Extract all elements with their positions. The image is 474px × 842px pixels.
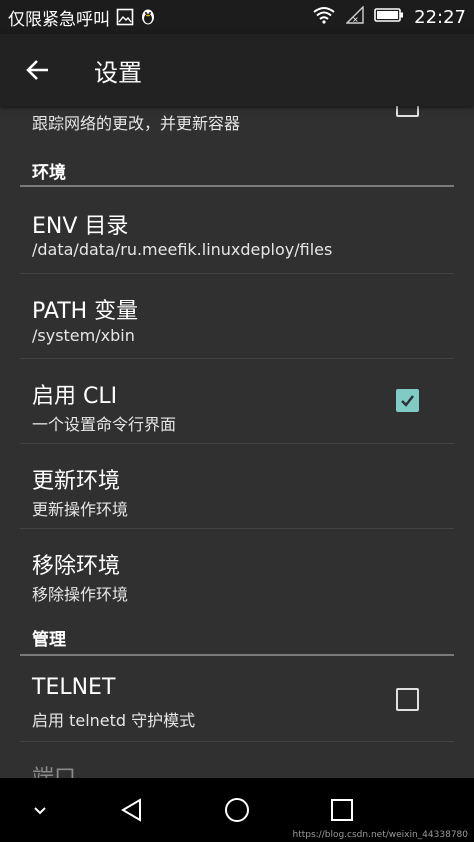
clock: 22:27 bbox=[414, 6, 466, 28]
svg-text:×: × bbox=[352, 15, 359, 24]
page-title: 设置 bbox=[94, 58, 142, 87]
image-icon bbox=[116, 8, 134, 26]
update-env-item[interactable]: 更新环境 更新操作环境 bbox=[0, 444, 474, 528]
nav-recents-button[interactable] bbox=[322, 790, 362, 830]
status-bar: 仅限紧急呼叫 × 22:27 bbox=[0, 0, 474, 34]
remove-env-title: 移除环境 bbox=[32, 554, 121, 579]
path-variable-summary: /system/xbin bbox=[32, 326, 135, 345]
back-triangle-icon bbox=[121, 798, 141, 822]
enable-cli-title: 启用 CLI bbox=[32, 384, 118, 409]
env-directory-title: ENV 目录 bbox=[32, 214, 129, 239]
carrier-text: 仅限紧急呼叫 bbox=[8, 9, 110, 30]
hide-keyboard-icon bbox=[34, 807, 46, 815]
navigation-bar: https://blog.csdn.net/weixin_44338780 bbox=[0, 778, 474, 842]
track-network-item[interactable]: 跟踪网络的更改，并更新容器 bbox=[0, 106, 474, 142]
enable-cli-checkbox[interactable] bbox=[396, 389, 419, 412]
update-env-summary: 更新操作环境 bbox=[32, 500, 129, 519]
watermark: https://blog.csdn.net/weixin_44338780 bbox=[292, 830, 468, 840]
checkmark-icon bbox=[401, 395, 414, 407]
app-bar: 设置 bbox=[0, 34, 474, 106]
telnet-summary: 启用 telnetd 守护模式 bbox=[32, 711, 196, 730]
status-right: × 22:27 bbox=[312, 0, 466, 34]
category-divider bbox=[20, 185, 454, 187]
track-network-checkbox[interactable] bbox=[396, 106, 419, 117]
category-environment: 环境 bbox=[32, 163, 66, 183]
signal-no-sim-icon: × bbox=[345, 4, 364, 29]
qq-penguin-icon bbox=[140, 8, 156, 26]
back-button[interactable] bbox=[14, 46, 62, 94]
port-item[interactable]: 端口 bbox=[0, 742, 474, 778]
env-directory-item[interactable]: ENV 目录 /data/data/ru.meefik.linuxdeploy/… bbox=[0, 188, 474, 273]
nav-back-button[interactable] bbox=[112, 790, 152, 830]
category-management: 管理 bbox=[32, 630, 66, 650]
hide-keyboard-button[interactable] bbox=[20, 790, 60, 830]
recents-square-icon bbox=[331, 799, 353, 821]
track-network-summary: 跟踪网络的更改，并更新容器 bbox=[32, 114, 241, 133]
enable-cli-item[interactable]: 启用 CLI 一个设置命令行界面 bbox=[0, 359, 474, 443]
path-variable-title: PATH 变量 bbox=[32, 299, 139, 324]
home-circle-icon bbox=[225, 798, 249, 822]
port-title: 端口 bbox=[32, 760, 76, 778]
arrow-back-icon bbox=[26, 60, 48, 80]
telnet-title: TELNET bbox=[32, 675, 116, 700]
remove-env-item[interactable]: 移除环境 移除操作环境 bbox=[0, 529, 474, 613]
enable-cli-summary: 一个设置命令行界面 bbox=[32, 415, 177, 434]
wifi-icon bbox=[312, 6, 336, 29]
telnet-checkbox[interactable] bbox=[396, 688, 419, 711]
status-left: 仅限紧急呼叫 bbox=[0, 5, 156, 30]
path-variable-item[interactable]: PATH 变量 /system/xbin bbox=[0, 274, 474, 358]
telnet-item[interactable]: TELNET 启用 telnetd 守护模式 bbox=[0, 657, 474, 741]
remove-env-summary: 移除操作环境 bbox=[32, 585, 129, 604]
category-divider bbox=[20, 654, 454, 656]
settings-list: 跟踪网络的更改，并更新容器 环境 ENV 目录 /data/data/ru.me… bbox=[0, 106, 474, 778]
env-directory-summary: /data/data/ru.meefik.linuxdeploy/files bbox=[32, 240, 333, 259]
update-env-title: 更新环境 bbox=[32, 469, 121, 494]
nav-home-button[interactable] bbox=[217, 790, 257, 830]
battery-icon bbox=[374, 7, 404, 28]
